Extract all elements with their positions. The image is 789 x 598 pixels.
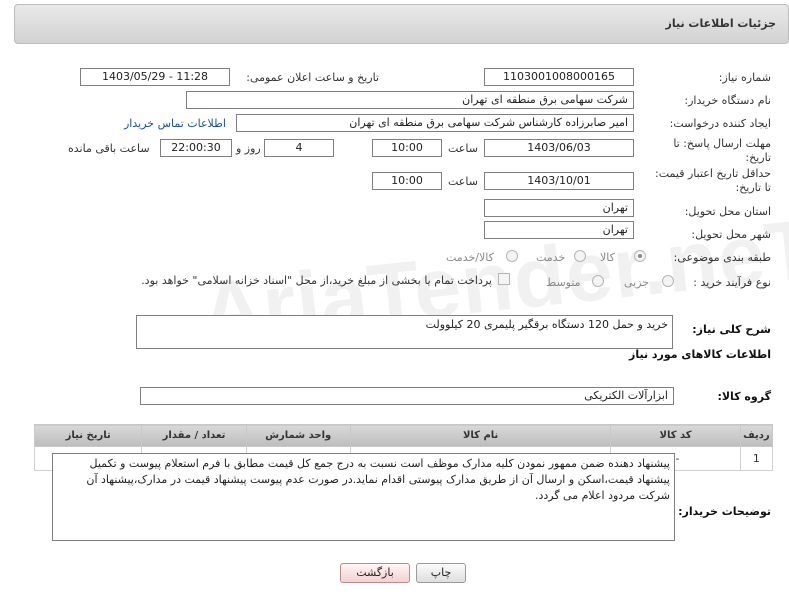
- buyer-notes-text: پیشنهاد دهنده ضمن ممهور نمودن کلیه مدارک…: [86, 457, 670, 502]
- buyer-org-label: نام دستگاه خریدار:: [684, 94, 771, 107]
- col-header-unit: واحد شمارش: [245, 424, 351, 447]
- goods-group-label: گروه کالا:: [717, 390, 771, 403]
- description-field[interactable]: خرید و حمل 120 دستگاه برقگیر پلیمری 20 ک…: [136, 315, 673, 349]
- category-label: طبقه بندی موضوعی:: [673, 251, 771, 264]
- goods-group-field[interactable]: ابزارآلات الکتریکی: [140, 387, 674, 405]
- price-validity-time-label: ساعت: [448, 175, 478, 188]
- creator-field[interactable]: امیر صابرزاده کارشناس شرکت سهامی برق منط…: [236, 114, 634, 132]
- cell-row: 1: [739, 446, 774, 471]
- col-header-row: ردیف: [739, 424, 774, 447]
- buyer-contact-link[interactable]: اطلاعات تماس خریدار: [124, 117, 226, 130]
- province-field[interactable]: تهران: [484, 199, 634, 217]
- province-label: استان محل تحویل:: [684, 205, 771, 218]
- treasury-checkbox-label: پرداخت تمام یا بخشی از مبلغ خرید،از محل …: [141, 274, 492, 287]
- remaining-time-field[interactable]: 22:00:30: [160, 139, 232, 157]
- city-label: شهر محل تحویل:: [691, 228, 771, 241]
- announce-datetime-field[interactable]: 1403/05/29 - 11:28: [80, 68, 230, 86]
- description-text: خرید و حمل 120 دستگاه برقگیر پلیمری 20 ک…: [425, 318, 668, 331]
- process-label: نوع فرآیند خرید :: [693, 276, 771, 289]
- creator-label: ایجاد کننده درخواست:: [669, 117, 771, 130]
- goods-section-title: اطلاعات کالاهای مورد نیاز: [629, 348, 771, 361]
- reply-date-field[interactable]: 1403/06/03: [484, 139, 634, 157]
- reply-deadline-label: مهلت ارسال پاسخ: تا تاریخ:: [673, 137, 771, 164]
- price-validity-label: حداقل تاریخ اعتبار قیمت: تا تاریخ:: [655, 167, 771, 194]
- category-option-goods: کالا: [600, 251, 615, 264]
- header-panel: جزئیات اطلاعات نیاز: [14, 4, 789, 44]
- col-header-date: تاریخ نیاز: [33, 424, 143, 447]
- category-option-goods-service: کالا/خدمت: [446, 251, 494, 264]
- category-radio-service[interactable]: [574, 250, 586, 262]
- back-button[interactable]: بازگشت: [340, 563, 410, 583]
- treasury-checkbox[interactable]: [498, 273, 510, 285]
- buyer-org-field[interactable]: شرکت سهامی برق منطقه ای تهران: [186, 91, 634, 109]
- remaining-time-label: ساعت باقی مانده: [68, 142, 150, 155]
- reply-time-field[interactable]: 10:00: [372, 139, 442, 157]
- price-validity-date-field[interactable]: 1403/10/01: [484, 172, 634, 190]
- need-number-field[interactable]: 1103001008000165: [484, 68, 634, 86]
- process-radio-minor[interactable]: [662, 275, 674, 287]
- col-header-code: کد کالا: [610, 424, 741, 447]
- price-validity-time-field[interactable]: 10:00: [372, 172, 442, 190]
- page-title: جزئیات اطلاعات نیاز: [665, 17, 777, 30]
- buyer-notes-label: توضیحات خریدار:: [678, 505, 771, 518]
- category-option-service: خدمت: [536, 251, 566, 264]
- category-radio-goods-service[interactable]: [506, 250, 518, 262]
- process-option-minor: جزیی: [624, 276, 650, 289]
- reply-days-field[interactable]: 4: [264, 139, 334, 157]
- description-label: شرح کلی نیاز:: [692, 323, 771, 336]
- process-radio-medium[interactable]: [592, 275, 604, 287]
- announce-datetime-label: تاریخ و ساعت اعلان عمومی:: [246, 71, 379, 84]
- reply-days-label: روز و: [236, 142, 261, 155]
- category-radio-goods[interactable]: [634, 250, 646, 262]
- reply-time-label: ساعت: [448, 142, 478, 155]
- need-number-label: شماره نیاز:: [718, 71, 771, 84]
- col-header-name: نام کالا: [349, 424, 612, 447]
- city-field[interactable]: تهران: [484, 221, 634, 239]
- col-header-quantity: تعداد / مقدار: [141, 424, 247, 447]
- process-option-medium: متوسط: [546, 276, 581, 289]
- table-header-row: ردیف کد کالا نام کالا واحد شمارش تعداد /…: [33, 424, 774, 447]
- print-button[interactable]: چاپ: [416, 563, 466, 583]
- buyer-notes-field[interactable]: پیشنهاد دهنده ضمن ممهور نمودن کلیه مدارک…: [52, 453, 675, 541]
